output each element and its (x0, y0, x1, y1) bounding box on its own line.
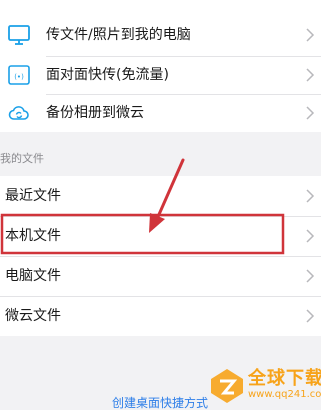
watermark-emblem-icon (211, 369, 243, 403)
watermark-title: 全球下载 (248, 368, 321, 389)
recent-files-label: 最近文件 (5, 188, 61, 204)
create-desktop-shortcut-link[interactable]: 创建桌面快捷方式 (112, 396, 208, 410)
computer-files-label: 电脑文件 (5, 268, 61, 284)
svg-text:(•): (•) (14, 73, 24, 81)
chevron-right-icon (305, 268, 315, 284)
chevron-right-icon (305, 105, 315, 121)
weiyun-files-label: 微云文件 (5, 308, 61, 324)
face-to-face-transfer-row[interactable]: (•) 面对面快传(免流量) (0, 56, 321, 94)
chevron-right-icon (305, 27, 315, 43)
chevron-right-icon (305, 228, 315, 244)
computer-files-row[interactable]: 电脑文件 (0, 257, 321, 295)
section-title-my-files: 我的文件 (0, 152, 44, 165)
face-to-face-transfer-label: 面对面快传(免流量) (46, 67, 169, 83)
weiyun-files-row[interactable]: 微云文件 (0, 297, 321, 335)
my-files-group: 最近文件 本机文件 电脑文件 微云文件 (0, 176, 321, 336)
local-files-label: 本机文件 (5, 228, 61, 244)
radio-card-icon: (•) (7, 63, 31, 87)
chevron-right-icon (305, 67, 315, 83)
chevron-right-icon (305, 188, 315, 204)
local-files-row[interactable]: 本机文件 (0, 217, 321, 255)
watermark-logo: 全球下载 www.qq241.com (206, 362, 321, 410)
top-actions-group: 传文件/照片到我的电脑 (•) 面对面快传(免流量) 备份相册到微云 (0, 0, 321, 132)
backup-album-label: 备份相册到微云 (46, 105, 144, 121)
chevron-right-icon (305, 308, 315, 324)
backup-album-row[interactable]: 备份相册到微云 (0, 94, 321, 132)
send-to-computer-row[interactable]: 传文件/照片到我的电脑 (0, 16, 321, 54)
watermark-url: www.qq241.com (248, 389, 321, 400)
send-to-computer-label: 传文件/照片到我的电脑 (46, 27, 191, 43)
recent-files-row[interactable]: 最近文件 (0, 177, 321, 215)
cloud-sync-icon (7, 101, 31, 125)
monitor-icon (7, 23, 31, 47)
